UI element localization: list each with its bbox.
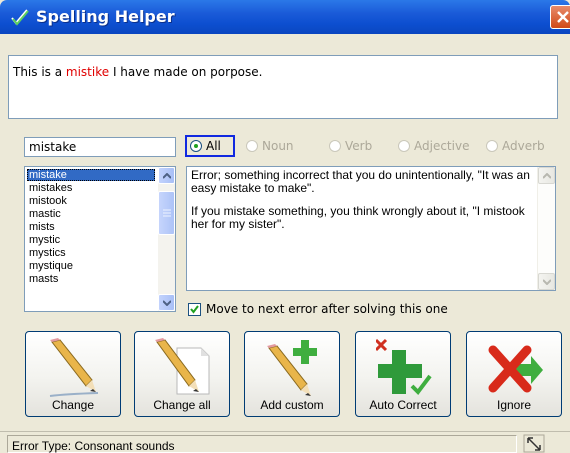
radio-label: Noun [262, 139, 294, 153]
scroll-down-button[interactable] [538, 273, 555, 290]
radio-label: Verb [345, 139, 373, 153]
auto-correct-label: Auto Correct [369, 398, 437, 412]
definition-paragraph: Error; something incorrect that you do u… [191, 168, 530, 195]
suggestion-item[interactable]: mystic [27, 234, 155, 246]
chevron-down-icon [163, 300, 171, 306]
definition-textbox[interactable]: Error; something incorrect that you do u… [186, 166, 556, 291]
change-button[interactable]: Change [25, 331, 121, 417]
suggestions-scrollbar[interactable] [158, 167, 175, 311]
suggestions-list[interactable]: mistake mistakes mistook mastic mists my… [24, 166, 176, 312]
scroll-up-button[interactable] [538, 167, 555, 184]
auto-correct-button[interactable]: Auto Correct [355, 331, 451, 417]
suggestion-item[interactable]: mystique [27, 260, 155, 272]
chevron-down-icon [543, 279, 551, 285]
radio-indicator [190, 140, 202, 152]
suggestion-item[interactable]: masts [27, 273, 155, 285]
scroll-thumb[interactable] [158, 191, 175, 235]
radio-label: Adverb [502, 139, 545, 153]
suggestion-item[interactable]: mists [27, 221, 155, 233]
move-next-label: Move to next error after solving this on… [206, 302, 448, 316]
scroll-down-button[interactable] [158, 294, 175, 311]
suggestion-item[interactable]: mistook [27, 195, 155, 207]
add-custom-button[interactable]: Add custom [244, 331, 340, 417]
add-custom-label: Add custom [260, 398, 324, 412]
misspelled-word[interactable]: mistike [66, 65, 109, 79]
status-bar: Error Type: Consonant sounds [0, 431, 570, 453]
checkmark-icon [190, 305, 199, 314]
suggestion-item[interactable]: mastic [27, 208, 155, 220]
definition-paragraph: If you mistake something, you think wron… [191, 204, 525, 231]
resize-grip-icon[interactable] [522, 434, 546, 453]
ignore-button[interactable]: Ignore [466, 331, 562, 417]
close-button[interactable] [550, 5, 570, 29]
change-label: Change [51, 398, 95, 412]
replacement-word-input[interactable]: mistake [24, 137, 176, 157]
change-all-label: Change all [153, 398, 211, 412]
red-x-arrow-icon [488, 345, 543, 393]
pencil-icon [49, 338, 99, 397]
status-panel: Error Type: Consonant sounds [7, 435, 517, 453]
radio-label: All [206, 139, 221, 153]
scroll-up-button[interactable] [158, 167, 175, 184]
suggestion-item[interactable]: mistake [27, 169, 155, 181]
plus-check-icon [376, 338, 432, 396]
chevron-up-icon [543, 173, 551, 179]
suggestion-item[interactable]: mystics [27, 247, 155, 259]
spelling-helper-window: Spelling Helper This is a mistike I have… [0, 0, 570, 453]
definition-text: Error; something incorrect that you do u… [191, 169, 531, 241]
radio-indicator [398, 140, 410, 152]
definition-scrollbar[interactable] [537, 167, 555, 290]
ignore-label: Ignore [496, 398, 532, 412]
sentence-textbox[interactable]: This is a mistike I have made on porpose… [8, 55, 558, 119]
radio-indicator [329, 140, 341, 152]
change-all-button[interactable]: Change all [134, 331, 230, 417]
check-pen-icon [11, 9, 29, 26]
window-title: Spelling Helper [36, 7, 175, 26]
title-bar[interactable]: Spelling Helper [0, 0, 570, 34]
radio-indicator [486, 140, 498, 152]
pencil-plus-icon [267, 340, 317, 396]
pencil-document-icon [155, 338, 210, 395]
error-type-status: Error Type: Consonant sounds [12, 439, 175, 453]
suggestion-item[interactable]: mistakes [27, 182, 155, 194]
grip-lines-icon [163, 209, 171, 217]
radio-indicator [246, 140, 258, 152]
radio-label: Adjective [414, 139, 470, 153]
sentence-after: I have made on porpose. [109, 65, 263, 79]
sentence-before: This is a [13, 65, 66, 79]
checkbox-indicator [188, 303, 201, 316]
chevron-up-icon [163, 173, 171, 179]
close-icon [557, 11, 569, 23]
